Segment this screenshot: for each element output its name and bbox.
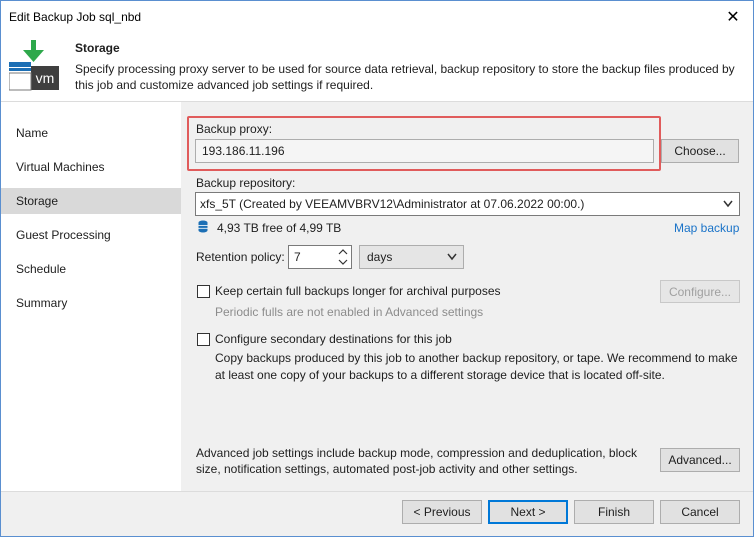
cancel-button[interactable]: Cancel — [660, 500, 740, 524]
backup-repository-select[interactable]: xfs_5T (Created by VEEAMVBRV12\Administr… — [195, 192, 740, 216]
step-title: Storage — [75, 41, 120, 55]
step-description: Specify processing proxy server to be us… — [75, 62, 735, 92]
next-button[interactable]: Next > — [488, 500, 568, 524]
edit-backup-job-window: Edit Backup Job sql_nbd ✕ vm Storage Spe… — [0, 0, 754, 537]
retention-policy-label: Retention policy: — [196, 250, 285, 264]
chevron-down-icon — [447, 246, 457, 277]
window-title: Edit Backup Job sql_nbd — [9, 10, 142, 24]
svg-text:vm: vm — [36, 70, 55, 86]
configure-archival-button[interactable]: Configure... — [660, 280, 740, 303]
nav-item-virtual-machines[interactable]: Virtual Machines — [1, 154, 181, 180]
title-bar: Edit Backup Job sql_nbd ✕ — [1, 1, 753, 32]
archival-label: Keep certain full backups longer for arc… — [215, 284, 501, 298]
stepper-arrows-icon[interactable] — [337, 246, 349, 268]
retention-unit-select[interactable]: days — [359, 245, 464, 269]
nav-item-name[interactable]: Name — [1, 120, 181, 146]
close-icon: ✕ — [726, 8, 740, 26]
choose-proxy-button[interactable]: Choose... — [661, 139, 739, 163]
wizard-steps-sidebar: Name Virtual Machines Storage Guest Proc… — [1, 102, 181, 491]
retention-unit-value: days — [367, 250, 393, 264]
backup-proxy-label: Backup proxy: — [196, 122, 273, 136]
nav-item-schedule[interactable]: Schedule — [1, 256, 181, 282]
step-header: vm Storage Specify processing proxy serv… — [1, 32, 753, 102]
secondary-destinations-description: Copy backups produced by this job to ano… — [215, 351, 738, 382]
retention-value-stepper[interactable]: 7 — [288, 245, 352, 269]
repository-selected-value: xfs_5T (Created by VEEAMVBRV12\Administr… — [200, 197, 585, 211]
close-button[interactable]: ✕ — [713, 1, 753, 32]
repository-free-space: 4,93 TB free of 4,99 TB — [217, 221, 342, 235]
previous-button[interactable]: < Previous — [402, 500, 482, 524]
archival-checkbox[interactable] — [197, 285, 210, 298]
advanced-settings-description: Advanced job settings include backup mod… — [196, 446, 637, 476]
retention-value: 7 — [294, 250, 301, 264]
backup-proxy-field[interactable]: 193.186.11.196 — [195, 139, 654, 163]
map-backup-link[interactable]: Map backup — [674, 221, 739, 235]
nav-item-summary[interactable]: Summary — [1, 290, 181, 316]
database-icon — [198, 220, 208, 236]
nav-item-storage[interactable]: Storage — [1, 188, 181, 214]
advanced-settings-button[interactable]: Advanced... — [660, 448, 740, 472]
backup-repository-label: Backup repository: — [196, 176, 296, 190]
nav-item-guest-processing[interactable]: Guest Processing — [1, 222, 181, 248]
archival-hint: Periodic fulls are not enabled in Advanc… — [215, 305, 484, 319]
secondary-destinations-checkbox[interactable] — [197, 333, 210, 346]
vm-backup-icon: vm — [8, 40, 63, 92]
finish-button[interactable]: Finish — [574, 500, 654, 524]
secondary-destinations-label: Configure secondary destinations for thi… — [215, 332, 452, 346]
chevron-down-icon — [723, 193, 733, 224]
